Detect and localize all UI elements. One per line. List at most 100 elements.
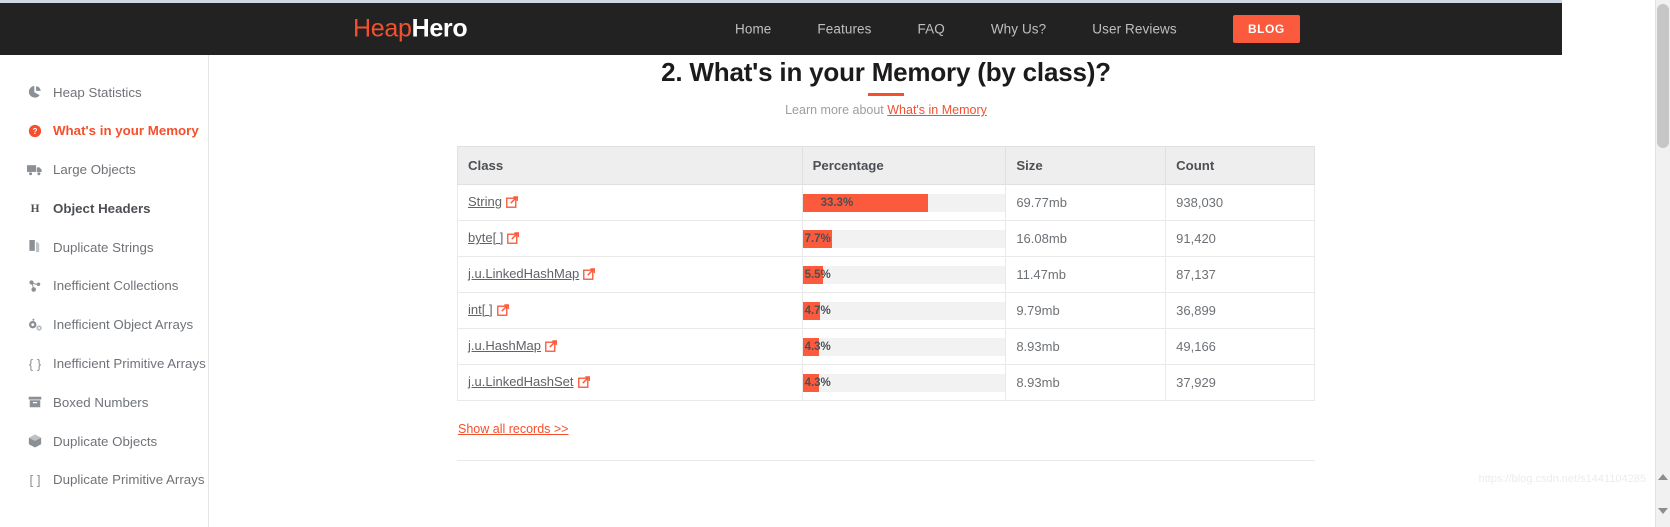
class-link[interactable]: j.u.LinkedHashSet — [468, 374, 574, 389]
brand-logo[interactable]: HeapHero — [353, 15, 468, 44]
cell-count: 87,137 — [1165, 256, 1315, 293]
column-header-size[interactable]: Size — [1005, 146, 1167, 185]
sidebar-item-inefficient-collections[interactable]: Inefficient Collections — [0, 273, 208, 299]
sidebar-item-label: Duplicate Primitive Arrays — [53, 472, 205, 488]
nav-link-user-reviews[interactable]: User Reviews — [1092, 22, 1176, 37]
sidebar-item-inefficient-object-arrays[interactable]: Inefficient Object Arrays — [0, 312, 208, 338]
nav-links: Home Features FAQ Why Us? User Reviews — [735, 22, 1177, 37]
cell-percentage: 4.3% — [801, 364, 1007, 401]
truck-icon — [25, 163, 44, 177]
percentage-bar-wrapper: 33.3% — [802, 186, 1006, 220]
pie-chart-icon — [25, 85, 44, 99]
cell-class: j.u.LinkedHashMap — [457, 256, 803, 293]
table-row: String 33.3% 69.77mb 938,030 — [457, 184, 1315, 221]
column-header-count[interactable]: Count — [1165, 146, 1315, 185]
percentage-bar-wrapper: 5.5% — [802, 258, 1006, 292]
scroll-down-arrow-icon[interactable] — [1658, 508, 1668, 514]
right-blank-pane — [1562, 0, 1655, 527]
memory-by-class-table: Class Percentage Size Count String 33.3% 6… — [457, 146, 1315, 401]
sidebar-item-heap-statistics[interactable]: Heap Statistics — [0, 79, 208, 105]
svg-text:{ }: { } — [28, 357, 41, 371]
percentage-bar-track: 4.7% — [802, 301, 1006, 320]
page-scrollbar[interactable] — [1655, 0, 1670, 527]
letter-h-icon: H — [25, 201, 44, 215]
subtitle-prefix: Learn more about — [785, 103, 888, 117]
sidebar-item-label: Inefficient Primitive Arrays — [53, 356, 206, 372]
sidebar-item-label: Boxed Numbers — [53, 394, 149, 410]
sidebar-item-duplicate-objects[interactable]: Duplicate Objects — [0, 428, 208, 454]
cell-size: 11.47mb — [1005, 256, 1167, 293]
sidebar-item-large-objects[interactable]: Large Objects — [0, 157, 208, 183]
external-link-icon[interactable] — [583, 268, 596, 283]
cell-size: 69.77mb — [1005, 184, 1167, 221]
external-link-icon[interactable] — [577, 376, 590, 391]
whats-in-memory-link[interactable]: What's in Memory — [887, 103, 987, 117]
sidebar-item-label: Heap Statistics — [53, 84, 142, 100]
sidebar-item-duplicate-primitive-arrays[interactable]: [ ] Duplicate Primitive Arrays — [0, 467, 208, 493]
table-row: j.u.LinkedHashSet 4.3% 8.93mb 37,929 — [457, 364, 1315, 401]
nav-link-features[interactable]: Features — [817, 22, 871, 37]
cube-icon — [25, 434, 44, 448]
sidebar-item-label: Inefficient Object Arrays — [53, 317, 194, 333]
sidebar-item-label: Duplicate Strings — [53, 239, 154, 255]
percentage-bar-label: 33.3% — [820, 196, 854, 209]
cell-count: 37,929 — [1165, 364, 1315, 401]
class-link[interactable]: int[ ] — [468, 302, 493, 317]
percentage-bar-wrapper: 4.3% — [802, 366, 1006, 400]
box-archive-icon — [25, 395, 44, 409]
cell-count: 36,899 — [1165, 292, 1315, 329]
sidebar-item-label: Object Headers — [53, 200, 151, 216]
table-head: Class Percentage Size Count — [457, 146, 1315, 185]
percentage-bar-wrapper: 4.3% — [802, 330, 1006, 364]
copy-icon — [25, 240, 44, 254]
sidebar-item-boxed-numbers[interactable]: Boxed Numbers — [0, 389, 208, 415]
cell-size: 9.79mb — [1005, 292, 1167, 329]
cell-percentage: 4.3% — [801, 328, 1007, 365]
nav-link-home[interactable]: Home — [735, 22, 771, 37]
cell-class: j.u.LinkedHashSet — [457, 364, 803, 401]
sidebar-item-what-s-in-your-memory[interactable]: ? What's in your Memory — [0, 118, 208, 144]
percentage-bar-wrapper: 4.7% — [802, 294, 1006, 328]
table-row: byte[ ] 7.7% 16.08mb 91,420 — [457, 220, 1315, 257]
percentage-bar-wrapper: 7.7% — [802, 222, 1006, 256]
molecule-icon — [25, 279, 44, 293]
memory-table-container: Class Percentage Size Count String 33.3% 6… — [457, 146, 1315, 438]
class-link[interactable]: byte[ ] — [468, 230, 503, 245]
subtitle: Learn more about What's in Memory — [210, 103, 1562, 117]
external-link-icon[interactable] — [506, 196, 518, 211]
cell-count: 938,030 — [1165, 184, 1315, 221]
sidebar-item-object-headers[interactable]: H Object Headers — [0, 195, 208, 221]
percentage-bar-track: 7.7% — [802, 229, 1006, 248]
table-row: j.u.HashMap 4.3% 8.93mb 49,166 — [457, 328, 1315, 365]
watermark-text: https://blog.csdn.net/s1441104285 — [1478, 473, 1646, 485]
blog-button[interactable]: BLOG — [1233, 15, 1300, 43]
class-link[interactable]: j.u.HashMap — [468, 338, 541, 353]
class-link[interactable]: j.u.LinkedHashMap — [468, 266, 579, 281]
main-content: 2. What's in your Memory (by class)? Lea… — [210, 55, 1562, 527]
table-body: String 33.3% 69.77mb 938,030 byte[ ] 7.7% 16.0… — [457, 184, 1315, 401]
percentage-bar-label: 4.3% — [804, 340, 831, 353]
show-all-records-link[interactable]: Show all records >> — [458, 422, 568, 436]
percentage-bar-label: 4.7% — [804, 304, 831, 317]
external-link-icon[interactable] — [507, 232, 520, 247]
cell-class: int[ ] — [457, 292, 803, 329]
nav-link-why-us[interactable]: Why Us? — [991, 22, 1046, 37]
sidebar-item-label: What's in your Memory — [53, 123, 199, 139]
external-link-icon[interactable] — [496, 304, 509, 319]
column-header-percentage[interactable]: Percentage — [801, 146, 1007, 185]
percentage-bar-track: 5.5% — [802, 265, 1006, 284]
nav-link-faq[interactable]: FAQ — [918, 22, 945, 37]
sidebar-item-inefficient-primitive-arrays[interactable]: { } Inefficient Primitive Arrays — [0, 351, 208, 377]
svg-text:?: ? — [32, 127, 37, 136]
column-header-class[interactable]: Class — [457, 146, 803, 185]
class-link[interactable]: String — [468, 194, 502, 209]
cell-class: String — [457, 184, 803, 221]
external-link-icon[interactable] — [545, 340, 557, 355]
scrollbar-thumb[interactable] — [1657, 4, 1669, 148]
curly-braces-icon: { } — [25, 357, 44, 371]
sidebar-item-duplicate-strings[interactable]: Duplicate Strings — [0, 234, 208, 260]
cell-percentage: 33.3% — [801, 184, 1007, 221]
cell-size: 16.08mb — [1005, 220, 1167, 257]
page-title: 2. What's in your Memory (by class)? — [661, 57, 1111, 87]
scroll-up-arrow-icon[interactable] — [1658, 474, 1668, 480]
